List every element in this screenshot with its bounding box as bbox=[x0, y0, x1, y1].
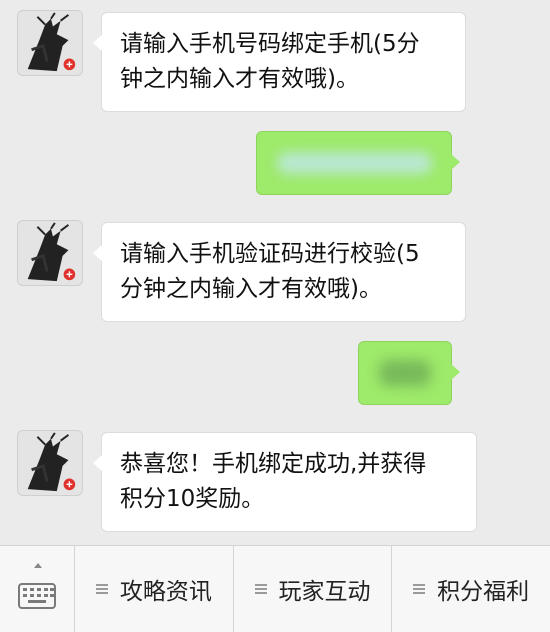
bot-avatar[interactable] bbox=[17, 10, 83, 76]
outgoing-message-redacted[interactable] bbox=[256, 131, 460, 195]
menu-item-strategy-news[interactable]: 攻略资讯 bbox=[75, 546, 234, 632]
message-line: 分钟之内输入才有效哦)。 bbox=[120, 276, 382, 302]
menu-list-icon bbox=[413, 584, 426, 594]
menu-item-label: 玩家互动 bbox=[278, 579, 371, 605]
message-line: 钟之内输入才有效哦)。 bbox=[120, 66, 359, 92]
caret-up-icon bbox=[34, 563, 42, 568]
bot-avatar[interactable] bbox=[17, 220, 83, 286]
keyboard-toggle-button[interactable] bbox=[0, 546, 75, 632]
menu-item-label: 积分福利 bbox=[437, 579, 530, 605]
redacted-content bbox=[379, 360, 431, 386]
incoming-message[interactable]: 请输入手机号码绑定手机(5分 钟之内输入才有效哦)。 bbox=[93, 12, 466, 112]
menu-item-label: 攻略资讯 bbox=[119, 579, 212, 605]
bot-avatar[interactable] bbox=[17, 430, 83, 496]
message-line: 积分10奖励。 bbox=[120, 486, 265, 512]
bottom-menu-bar: 攻略资讯 玩家互动 积分福利 bbox=[0, 545, 550, 632]
message-line: 请输入手机号码绑定手机(5分 bbox=[120, 31, 420, 57]
redacted-content bbox=[277, 152, 432, 174]
game-logo-icon bbox=[18, 11, 82, 75]
keyboard-icon bbox=[18, 583, 56, 609]
menu-item-points-rewards[interactable]: 积分福利 bbox=[392, 546, 550, 632]
message-line: 请输入手机验证码进行校验(5 bbox=[120, 241, 420, 267]
game-logo-icon bbox=[18, 221, 82, 285]
incoming-message[interactable]: 请输入手机验证码进行校验(5 分钟之内输入才有效哦)。 bbox=[93, 222, 466, 322]
message-line: 恭喜您！手机绑定成功,并获得 bbox=[120, 451, 427, 477]
menu-list-icon bbox=[95, 584, 108, 594]
game-logo-icon bbox=[18, 431, 82, 495]
chat-area[interactable]: 请输入手机号码绑定手机(5分 钟之内输入才有效哦)。 请输入手机验证码进行校验(… bbox=[0, 0, 550, 545]
incoming-message[interactable]: 恭喜您！手机绑定成功,并获得 积分10奖励。 bbox=[93, 432, 477, 532]
menu-item-player-interaction[interactable]: 玩家互动 bbox=[234, 546, 393, 632]
outgoing-message-redacted[interactable] bbox=[358, 341, 460, 405]
menu-list-icon bbox=[254, 584, 267, 594]
